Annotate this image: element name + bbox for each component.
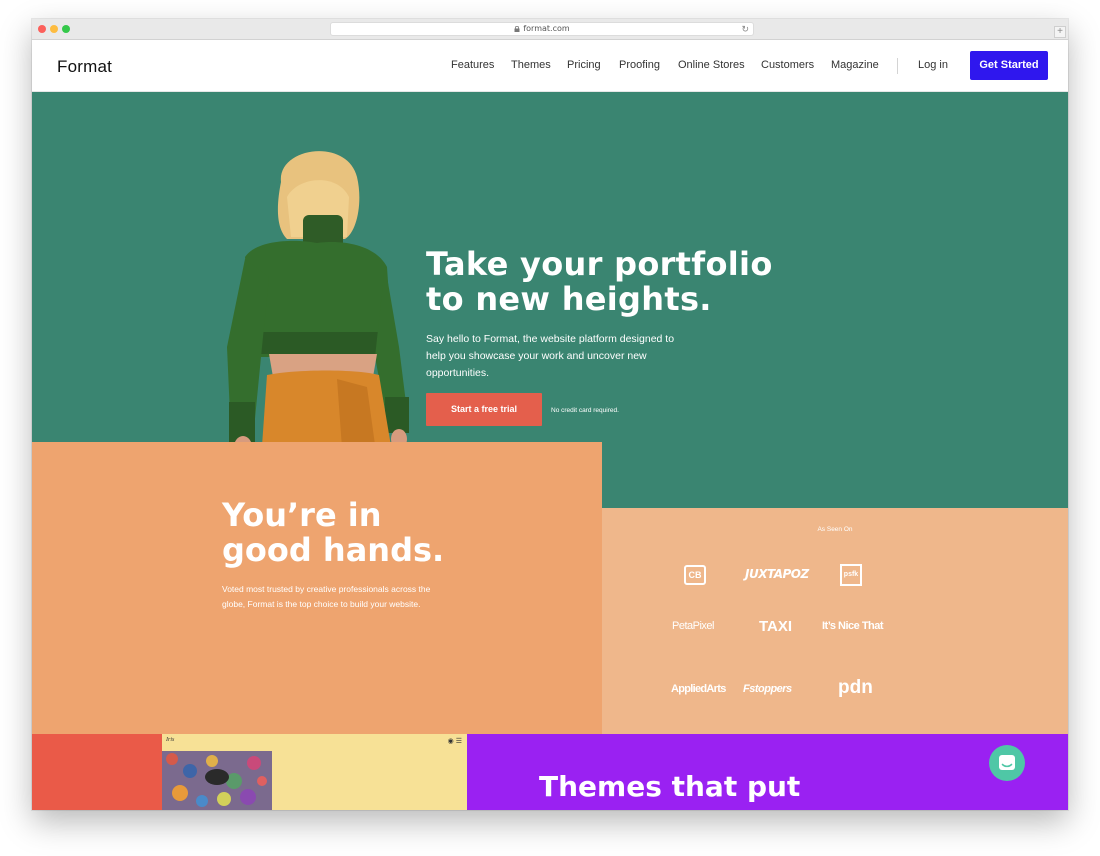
psfk-logo: psfk: [840, 564, 862, 586]
address-text-wrap: format.com: [331, 24, 753, 33]
good-hands-title-line-1: You’re in: [222, 496, 382, 534]
nav-customers[interactable]: Customers: [761, 59, 814, 71]
new-tab-icon[interactable]: +: [1054, 26, 1066, 38]
its-nice-that-logo: It’s Nice That: [822, 620, 884, 632]
good-hands-title: You’re in good hands.: [222, 498, 444, 568]
login-link[interactable]: Log in: [918, 59, 948, 71]
nav-magazine[interactable]: Magazine: [831, 59, 879, 71]
reload-icon[interactable]: ↻: [741, 24, 749, 35]
minimize-window-icon[interactable]: [50, 25, 58, 33]
site-header: Format Features Themes Pricing Proofing …: [32, 40, 1068, 92]
hero-title-line-1: Take your portfolio: [426, 245, 773, 283]
themes-section: Themes that put: [467, 734, 1068, 810]
good-hands-title-line-2: good hands.: [222, 531, 445, 569]
theme-name: Iris: [166, 737, 175, 743]
nav-themes[interactable]: Themes: [511, 59, 551, 71]
nav-online-stores[interactable]: Online Stores: [678, 59, 745, 71]
hero-subtitle: Say hello to Format, the website platfor…: [426, 333, 675, 379]
cb-logo: CB: [684, 565, 706, 585]
no-card-note: No credit card required.: [551, 407, 619, 414]
good-hands-subtitle: Voted most trusted by creative professio…: [222, 584, 431, 609]
fstoppers-logo: Fstoppers: [743, 683, 792, 695]
petapixel-logo: PetaPixel: [672, 620, 714, 632]
taxi-logo: TAXI: [759, 618, 793, 635]
chat-launcher-button[interactable]: [989, 745, 1025, 781]
as-seen-on-heading: As Seen On: [817, 526, 853, 533]
hero-title-line-2: to new heights.: [426, 280, 712, 318]
nav-pricing[interactable]: Pricing: [567, 59, 601, 71]
format-logo[interactable]: Format: [57, 57, 112, 77]
start-free-trial-button[interactable]: Start a free trial: [426, 393, 542, 426]
close-window-icon[interactable]: [38, 25, 46, 33]
get-started-button[interactable]: Get Started: [970, 51, 1048, 80]
nav-proofing[interactable]: Proofing: [619, 59, 660, 71]
theme-preview-card[interactable]: Iris ◉ ☰: [162, 734, 467, 810]
pdn-logo: pdn: [838, 677, 873, 698]
browser-window: format.com ↻ + Format Features Themes Pr…: [32, 19, 1068, 810]
appliedarts-logo: AppliedArts: [671, 683, 726, 695]
good-hands-section: You’re in good hands. Voted most trusted…: [32, 442, 602, 734]
nav-divider: [897, 58, 898, 74]
chat-icon: [999, 755, 1015, 770]
url-text: format.com: [523, 24, 570, 33]
address-bar[interactable]: format.com ↻: [330, 22, 754, 36]
theme-strip-red: [32, 734, 162, 810]
themes-title: Themes that put: [539, 770, 801, 803]
browser-toolbar: format.com ↻ +: [32, 19, 1068, 40]
theme-preview-icons: ◉ ☰: [447, 738, 462, 745]
juxtapoz-logo: JUXTAPOZ: [745, 567, 809, 581]
zoom-window-icon[interactable]: [62, 25, 70, 33]
theme-preview-photo: [162, 751, 272, 810]
hero-title: Take your portfolio to new heights.: [426, 247, 773, 317]
nav-features[interactable]: Features: [451, 59, 494, 71]
as-seen-on-section: As Seen On CB JUXTAPOZ psfk PetaPixel TA…: [602, 508, 1068, 734]
lock-icon: [514, 26, 520, 32]
